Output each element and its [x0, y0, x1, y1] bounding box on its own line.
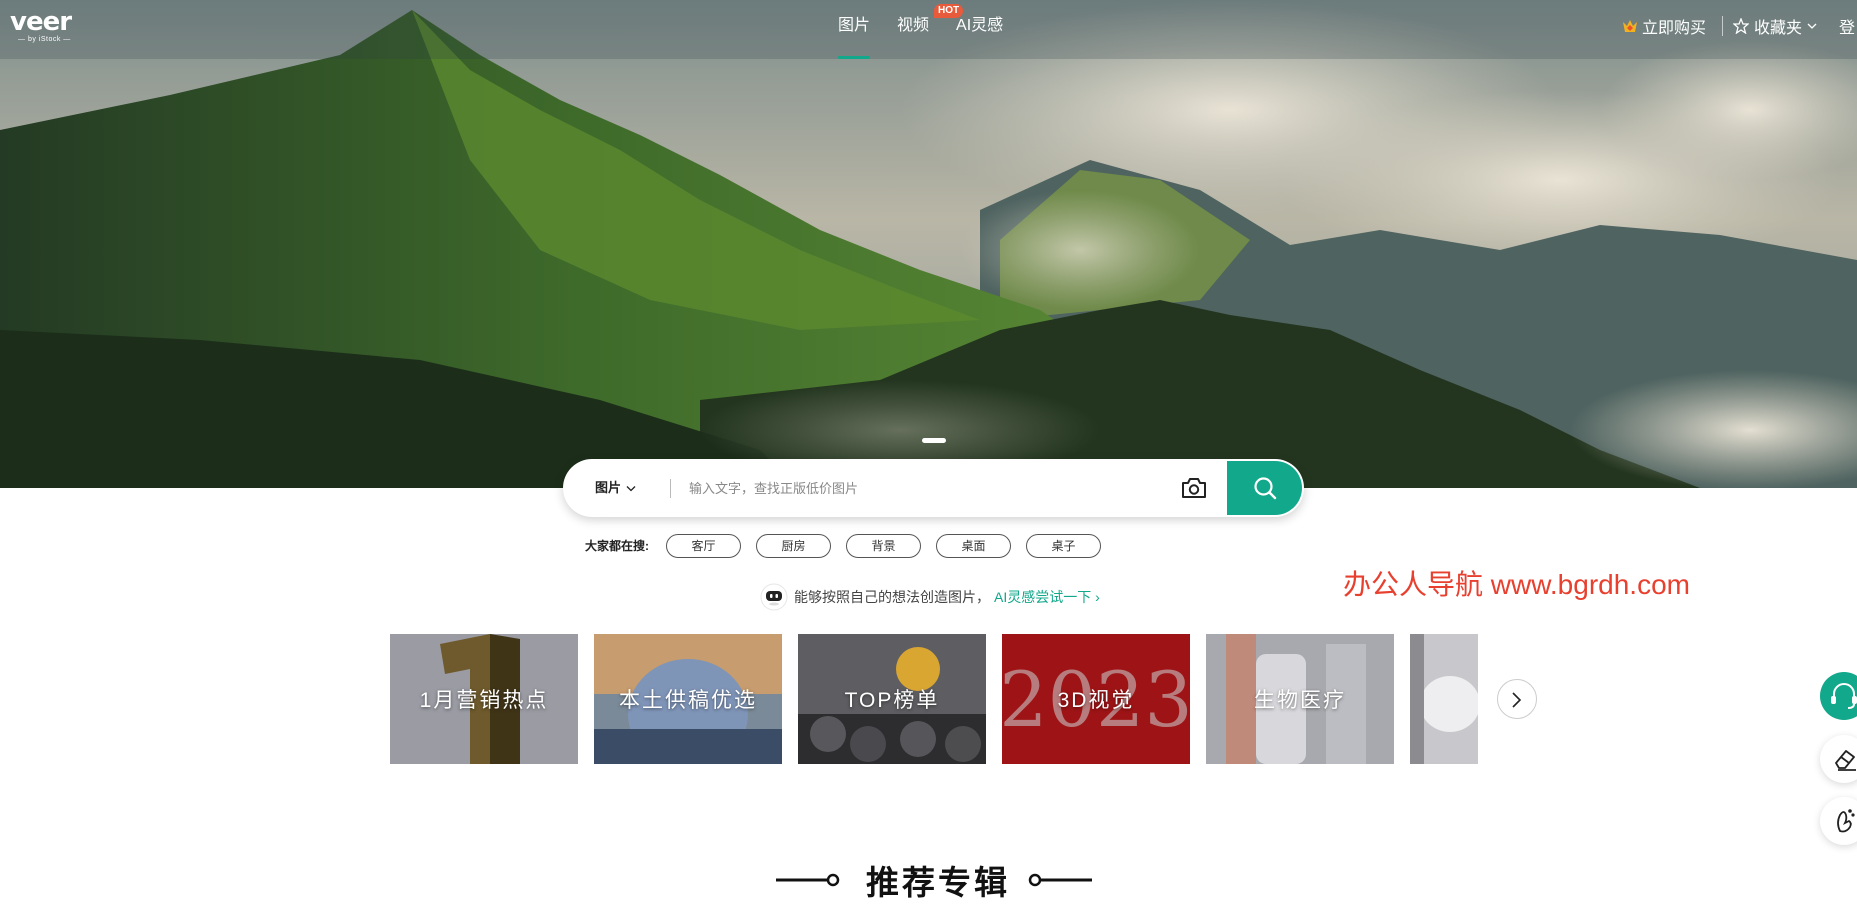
chevron-down-icon — [626, 485, 636, 491]
footprint-icon — [1837, 809, 1855, 833]
category-label — [1410, 634, 1478, 764]
hot-tag[interactable]: 桌子 — [1026, 534, 1101, 558]
ai-promo-text: 能够按照自己的想法创造图片， — [794, 589, 990, 605]
section-title: 推荐专辑 — [866, 864, 1010, 901]
category-card[interactable]: 本土供稿优选 — [594, 634, 782, 764]
nav-videos-label: 视频 — [897, 17, 930, 34]
category-card[interactable]: 1月营销热点 — [390, 634, 578, 764]
buy-now-button[interactable]: 立即购买 — [1622, 14, 1706, 38]
ai-promo-link[interactable]: AI灵感尝试一下 › — [994, 587, 1100, 607]
search-bar: 图片 — [563, 459, 1304, 517]
chevron-down-icon — [1807, 23, 1817, 29]
hot-search-label: 大家都在搜: — [585, 539, 649, 553]
nav-images[interactable]: 图片 — [838, 0, 871, 59]
category-carousel: 1月营销热点 本土供稿优选 TOP榜单 2023 3D视觉 生物医疗 — [390, 634, 1478, 764]
chevron-right-icon — [1512, 692, 1522, 708]
search-input[interactable] — [689, 473, 1129, 503]
ai-promo-link-label: AI灵感尝试一下 — [994, 589, 1092, 605]
nav-ai[interactable]: AI灵感 — [956, 0, 1003, 59]
logo-subtext: — by iStock — — [18, 36, 71, 43]
nav-divider — [1722, 16, 1723, 36]
eraser-tool-button[interactable] — [1820, 735, 1857, 783]
star-icon — [1733, 18, 1749, 34]
favorites-label: 收藏夹 — [1754, 20, 1803, 37]
veer-logo[interactable]: veer — by iStock — — [10, 7, 72, 43]
category-label: 生物医疗 — [1254, 689, 1346, 712]
search-type-label: 图片 — [595, 480, 622, 495]
title-decoration-right — [1028, 873, 1092, 887]
ai-promo: 能够按照自己的想法创造图片， AI灵感尝试一下 › — [760, 583, 1100, 611]
login-link[interactable]: 登 — [1839, 14, 1855, 38]
watermark-text: 办公人导航 www.bgrdh.com — [1343, 569, 1690, 600]
crown-icon — [1623, 20, 1637, 32]
hero-banner — [0, 0, 1857, 488]
eraser-icon — [1835, 750, 1856, 771]
top-navbar: veer — by iStock — 图片 视频 HOT AI灵感 立即购买 收… — [0, 0, 1857, 59]
footprint-button[interactable] — [1820, 797, 1857, 845]
camera-icon[interactable] — [1181, 476, 1207, 500]
nav-videos[interactable]: 视频 HOT — [897, 0, 964, 59]
logo-text: veer — [10, 7, 72, 37]
favorites-menu[interactable]: 收藏夹 — [1733, 14, 1817, 38]
nav-images-label: 图片 — [838, 17, 871, 34]
search-type-select[interactable]: 图片 — [595, 459, 636, 517]
category-label: 3D视觉 — [1057, 689, 1135, 712]
headset-icon — [1831, 683, 1857, 709]
buy-now-label: 立即购买 — [1642, 20, 1707, 37]
hot-tag[interactable]: 客厅 — [666, 534, 741, 558]
main-nav: 图片 视频 HOT AI灵感 — [838, 0, 1030, 59]
hot-tag[interactable]: 桌面 — [936, 534, 1011, 558]
nav-ai-label: AI灵感 — [956, 17, 1004, 34]
customer-service-button[interactable] — [1820, 672, 1857, 720]
category-card[interactable]: TOP榜单 — [798, 634, 986, 764]
search-divider — [670, 479, 671, 498]
search-button[interactable] — [1227, 461, 1302, 515]
search-icon — [1254, 477, 1277, 500]
category-label: 本土供稿优选 — [619, 689, 757, 712]
robot-icon — [760, 583, 788, 611]
category-label: 1月营销热点 — [419, 689, 549, 712]
category-card[interactable]: 生物医疗 — [1206, 634, 1394, 764]
carousel-next-button[interactable] — [1497, 679, 1537, 719]
hot-tag[interactable]: 厨房 — [756, 534, 831, 558]
category-label: TOP榜单 — [844, 689, 940, 712]
category-card[interactable]: 2023 3D视觉 — [1002, 634, 1190, 764]
hot-tag[interactable]: 背景 — [846, 534, 921, 558]
carousel-indicator[interactable] — [922, 438, 946, 443]
category-card[interactable] — [1410, 634, 1478, 764]
title-decoration-left — [776, 873, 840, 887]
